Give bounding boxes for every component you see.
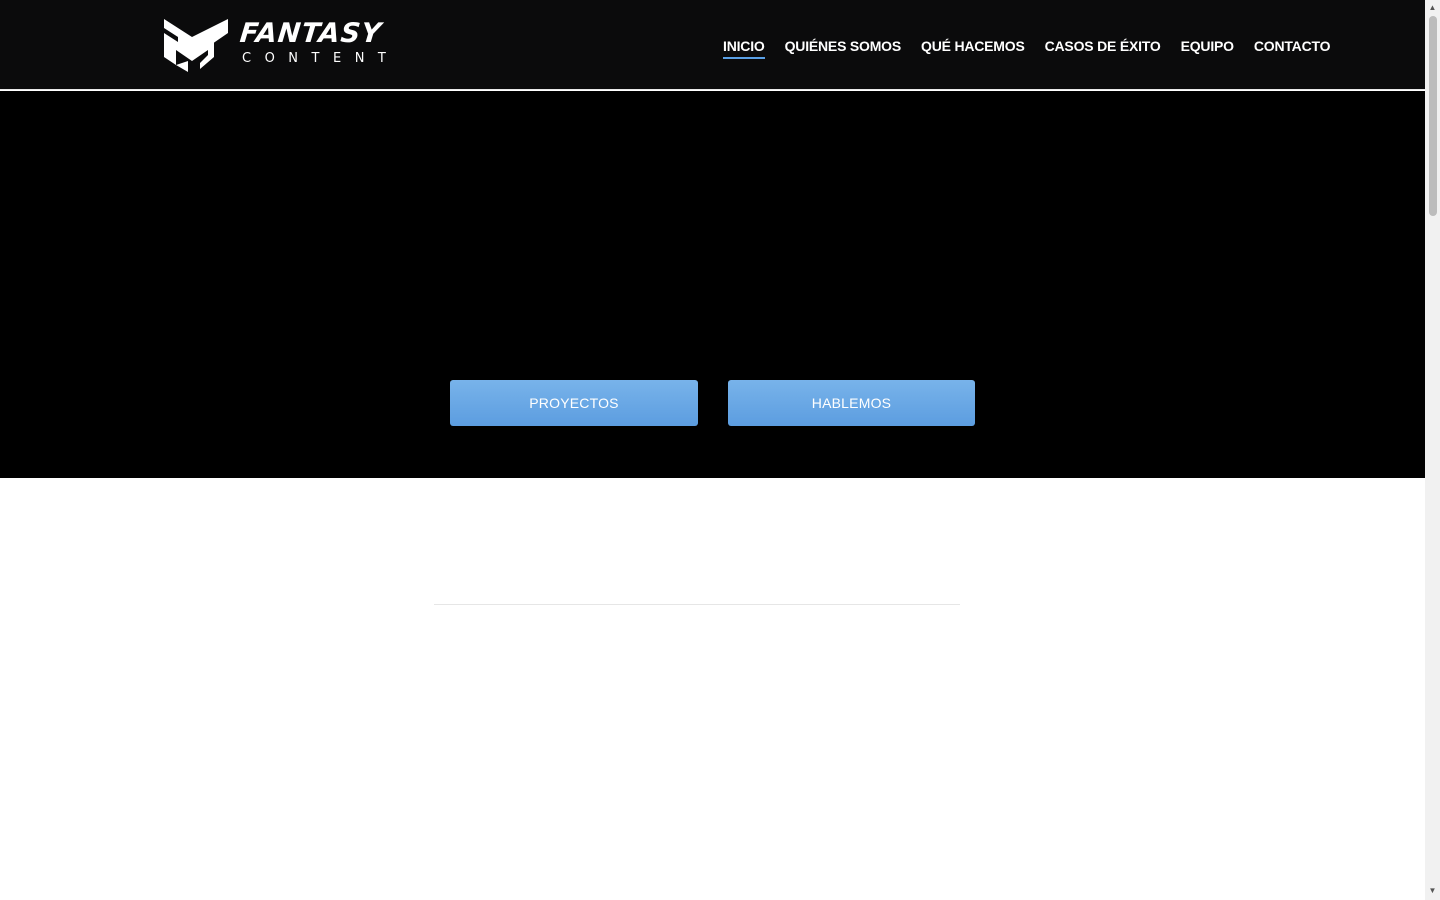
nav-item-inicio[interactable]: INICIO — [713, 36, 775, 60]
hero-section: PROYECTOS HABLEMOS — [0, 91, 1425, 478]
projects-button[interactable]: PROYECTOS — [450, 380, 698, 426]
brand-name: FANTASY — [238, 18, 384, 49]
main-nav: INICIO QUIÉNES SOMOS QUÉ HACEMOS CASOS D… — [713, 36, 1340, 60]
fantasy-content-mark-icon — [164, 19, 228, 72]
lets-talk-button[interactable]: HABLEMOS — [728, 380, 975, 426]
nav-item-casos-de-exito[interactable]: CASOS DE ÉXITO — [1035, 36, 1171, 60]
site-header: FANTASY CONTENT INICIO QUIÉNES SOMOS QUÉ… — [0, 0, 1425, 90]
scroll-up-arrow-icon[interactable]: ▲ — [1425, 1, 1440, 15]
nav-item-contacto[interactable]: CONTACTO — [1244, 36, 1340, 60]
page-scrollbar[interactable]: ▲ ▼ — [1425, 0, 1440, 900]
brand-logo[interactable]: FANTASY CONTENT — [162, 17, 417, 73]
nav-item-quienes-somos[interactable]: QUIÉNES SOMOS — [775, 36, 911, 60]
nav-item-que-hacemos[interactable]: QUÉ HACEMOS — [911, 36, 1035, 60]
scroll-down-arrow-icon[interactable]: ▼ — [1425, 884, 1440, 898]
page: FANTASY CONTENT INICIO QUIÉNES SOMOS QUÉ… — [0, 0, 1425, 900]
scroll-thumb[interactable] — [1429, 16, 1437, 216]
nav-item-equipo[interactable]: EQUIPO — [1171, 36, 1244, 60]
brand-tagline: CONTENT — [242, 51, 400, 66]
content-divider — [434, 604, 960, 605]
